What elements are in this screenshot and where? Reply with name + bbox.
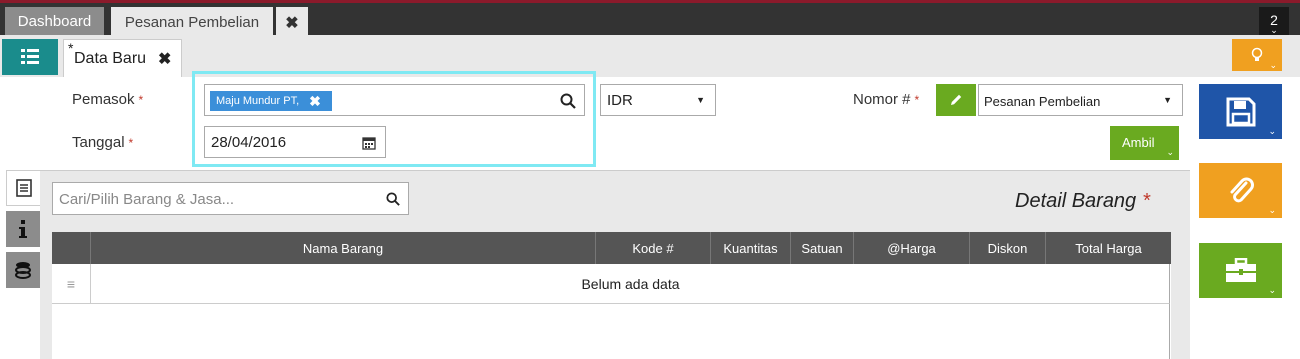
- tab-info[interactable]: [6, 211, 40, 247]
- tab-details[interactable]: [6, 170, 40, 206]
- chevron-down-icon: ⌄: [1270, 25, 1278, 35]
- close-form-icon[interactable]: ✖: [158, 49, 171, 69]
- column-header[interactable]: Kuantitas: [711, 232, 791, 264]
- modified-marker: *: [68, 40, 74, 56]
- top-tab-bar: Dashboard Pesanan Pembelian ✖ 2 ⌄: [0, 0, 1300, 38]
- pemasok-label-text: Pemasok: [72, 91, 135, 108]
- column-header[interactable]: Diskon: [970, 232, 1046, 264]
- tab-dashboard[interactable]: Dashboard: [5, 7, 104, 35]
- coins-icon: [15, 262, 31, 279]
- edit-nomor-button[interactable]: [936, 84, 976, 116]
- info-icon: [19, 220, 27, 238]
- column-header[interactable]: @Harga: [854, 232, 970, 264]
- dropdown-caret-icon: ▼: [1163, 95, 1172, 105]
- pemasok-label: Pemasok *: [72, 91, 143, 108]
- chevron-down-icon: ⌄: [1269, 60, 1277, 70]
- tanggal-label: Tanggal *: [72, 134, 133, 151]
- floppy-disk-icon: [1226, 97, 1255, 126]
- tab-cost[interactable]: [6, 252, 40, 288]
- list-view-button[interactable]: [2, 39, 58, 75]
- pemasok-chip-label: Maju Mundur PT,: [216, 95, 300, 107]
- tanggal-value: 28/04/2016: [211, 134, 287, 151]
- chevron-down-icon: ⌄: [1268, 205, 1276, 215]
- tab-data-baru[interactable]: * Data Baru ✖: [63, 39, 182, 77]
- briefcase-icon: [1225, 257, 1256, 282]
- tools-button[interactable]: ⌄: [1199, 243, 1282, 298]
- tanggal-label-text: Tanggal: [72, 134, 125, 151]
- detail-title-text: Detail Barang: [1015, 190, 1137, 212]
- currency-value: IDR: [607, 92, 633, 109]
- column-header-handle: [52, 232, 91, 264]
- document-lines-icon: [15, 179, 32, 197]
- items-table: Nama Barang Kode # Kuantitas Satuan @Har…: [52, 232, 1171, 359]
- row-handle-icon[interactable]: ≡: [52, 264, 91, 304]
- table-row: ≡ Belum ada data: [52, 264, 1170, 304]
- search-icon[interactable]: [560, 93, 576, 109]
- nomor-type-select[interactable]: Pesanan Pembelian ▼: [978, 84, 1183, 116]
- ambil-label: Ambil: [1122, 135, 1155, 150]
- remove-chip-icon[interactable]: ✖: [309, 93, 321, 110]
- column-header[interactable]: Nama Barang: [91, 232, 596, 264]
- table-header: Nama Barang Kode # Kuantitas Satuan @Har…: [52, 232, 1171, 264]
- column-header[interactable]: Kode #: [596, 232, 711, 264]
- pencil-icon: [951, 94, 962, 105]
- nomor-type-value: Pesanan Pembelian: [984, 94, 1101, 109]
- list-icon: [21, 49, 39, 64]
- nomor-label: Nomor # *: [853, 91, 919, 108]
- empty-table-message: Belum ada data: [581, 276, 680, 292]
- attach-button[interactable]: ⌄: [1199, 163, 1282, 218]
- column-header[interactable]: Total Harga: [1046, 232, 1171, 264]
- form-tab-label: Data Baru: [74, 49, 147, 67]
- tips-button[interactable]: ⌄: [1232, 39, 1282, 71]
- required-mark: *: [138, 93, 144, 107]
- table-body: [52, 304, 1170, 359]
- save-button[interactable]: ⌄: [1199, 84, 1282, 139]
- pemasok-chip: Maju Mundur PT, ✖: [210, 91, 332, 111]
- open-tabs-count[interactable]: 2 ⌄: [1259, 7, 1289, 35]
- nomor-label-text: Nomor #: [853, 91, 911, 108]
- tanggal-input[interactable]: 28/04/2016: [204, 126, 386, 158]
- tab-pesanan-pembelian[interactable]: Pesanan Pembelian: [111, 7, 273, 38]
- dropdown-caret-icon: ▼: [696, 95, 705, 105]
- required-mark: *: [128, 136, 134, 150]
- detail-barang-title: Detail Barang *: [1015, 190, 1150, 213]
- close-tab-icon[interactable]: ✖: [276, 7, 308, 38]
- chevron-down-icon: ⌄: [1268, 285, 1276, 295]
- pemasok-input[interactable]: Maju Mundur PT, ✖: [204, 84, 585, 116]
- ambil-button[interactable]: Ambil ⌄: [1110, 126, 1179, 160]
- search-icon[interactable]: [386, 192, 400, 206]
- item-search-input[interactable]: Cari/Pilih Barang & Jasa...: [52, 182, 409, 215]
- calendar-icon[interactable]: [362, 136, 376, 150]
- chevron-down-icon: ⌄: [1166, 147, 1174, 157]
- chevron-down-icon: ⌄: [1268, 126, 1276, 136]
- paperclip-icon: [1230, 177, 1254, 202]
- currency-select[interactable]: IDR ▼: [600, 84, 716, 116]
- required-mark: *: [914, 93, 920, 107]
- column-header[interactable]: Satuan: [791, 232, 854, 264]
- lightbulb-icon: [1251, 47, 1263, 61]
- search-placeholder: Cari/Pilih Barang & Jasa...: [59, 191, 235, 208]
- required-mark: *: [1142, 190, 1150, 212]
